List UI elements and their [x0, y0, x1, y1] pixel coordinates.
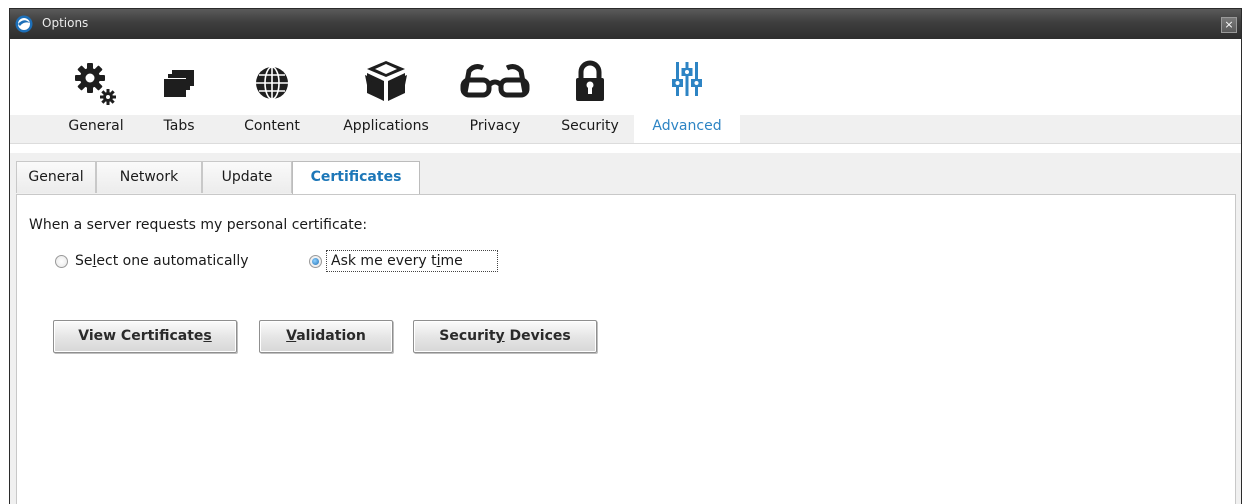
globe-icon: [256, 66, 288, 100]
toolbar-label: Content: [244, 118, 300, 134]
toolbar-label: General: [68, 118, 124, 134]
radio-label-automatically: Select one automatically: [75, 253, 249, 269]
tab-certificates[interactable]: Certificates: [292, 161, 420, 195]
tabs-icon: [164, 70, 194, 97]
toolbar-item-privacy[interactable]: Privacy: [456, 39, 534, 143]
box-icon: [365, 61, 407, 101]
options-window: Options × General Tabs Content Applicati…: [9, 8, 1242, 504]
app-icon: [15, 15, 33, 33]
tab-update[interactable]: Update: [202, 161, 292, 193]
title-bar[interactable]: Options ×: [10, 9, 1241, 39]
toolbar-item-tabs[interactable]: Tabs: [150, 39, 208, 143]
toolbar-item-general[interactable]: General: [52, 39, 140, 143]
toolbar-label: Tabs: [163, 118, 195, 134]
validation-button[interactable]: Validation: [259, 320, 393, 353]
tab-label: Network: [119, 169, 179, 185]
tab-general[interactable]: General: [16, 161, 96, 193]
tab-label: Update: [221, 169, 273, 185]
certificates-panel: When a server requests my personal certi…: [16, 194, 1236, 504]
toolbar-item-advanced[interactable]: Advanced: [634, 39, 740, 143]
toolbar-item-applications[interactable]: Applications: [332, 39, 440, 143]
close-icon: ×: [1224, 18, 1234, 31]
tab-network[interactable]: Network: [96, 161, 202, 193]
tab-label: General: [28, 169, 84, 185]
glasses-icon: [460, 64, 530, 98]
toolbar-item-security[interactable]: Security: [550, 39, 630, 143]
tab-label: Certificates: [310, 169, 402, 185]
radio-button-checked[interactable]: [309, 255, 322, 268]
radio-button[interactable]: [55, 255, 68, 268]
toolbar-label: Privacy: [469, 118, 521, 134]
category-toolbar: General Tabs Content Applications Privac…: [10, 39, 1241, 153]
toolbar-label: Advanced: [652, 118, 722, 134]
toolbar-item-content[interactable]: Content: [236, 39, 308, 143]
toolbar-label: Security: [561, 118, 619, 134]
sliders-icon: [672, 62, 702, 96]
security-devices-button[interactable]: Security Devices: [413, 320, 597, 353]
view-certificates-button[interactable]: View Certificates: [53, 320, 237, 353]
close-button[interactable]: ×: [1221, 17, 1237, 33]
lock-icon: [576, 60, 604, 101]
window-title: Options: [42, 16, 89, 30]
radio-label-ask: Ask me every time: [331, 253, 463, 269]
gear-icon: [75, 63, 116, 105]
toolbar-label: Applications: [343, 118, 429, 134]
certificate-request-label: When a server requests my personal certi…: [29, 217, 368, 233]
